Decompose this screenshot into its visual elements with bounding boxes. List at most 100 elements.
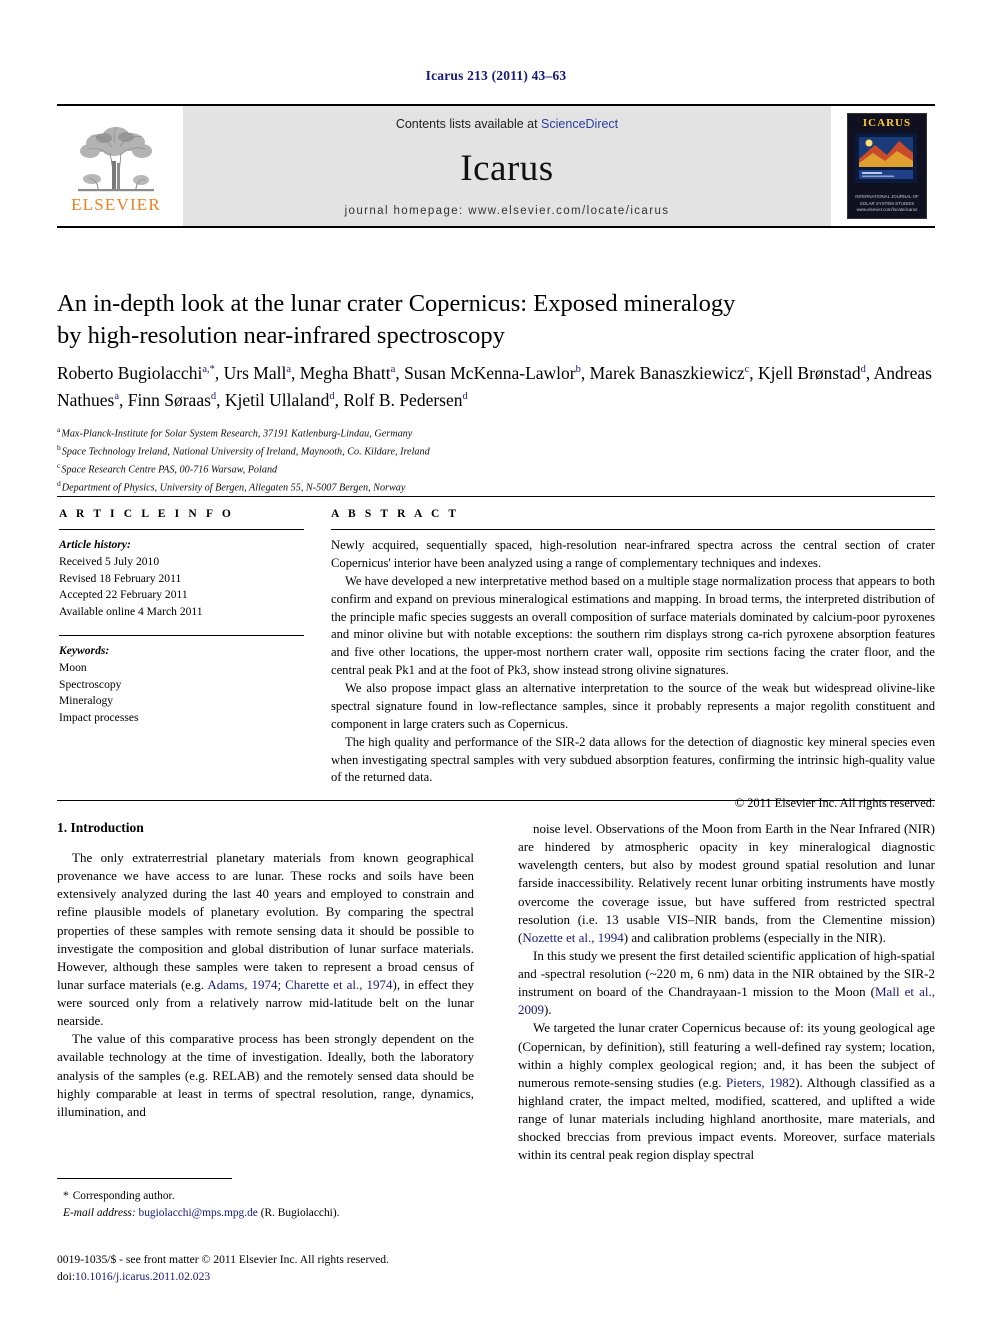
body-column-right: noise level. Observations of the Moon fr… <box>518 820 935 1164</box>
history-item: Revised 18 February 2011 <box>59 571 182 585</box>
journal-masthead: ELSEVIER Contents lists available at Sci… <box>57 104 935 228</box>
abstract-paragraph: We also propose impact glass an alternat… <box>331 681 935 731</box>
sciencedirect-link[interactable]: ScienceDirect <box>541 117 618 131</box>
corresponding-author-marker: * <box>63 1190 69 1202</box>
citation-link[interactable]: Mall et al., 2009 <box>518 984 935 1017</box>
history-item: Available online 4 March 2011 <box>59 605 203 619</box>
author-name: Susan McKenna-Lawlor <box>404 363 576 383</box>
article-title: An in-depth look at the lunar crater Cop… <box>57 288 937 353</box>
article-title-line1: An in-depth look at the lunar crater Cop… <box>57 290 736 317</box>
affiliation-mark: b <box>57 442 61 452</box>
body-paragraph: The only extraterrestrial planetary mate… <box>57 850 474 1029</box>
keyword-item: Moon <box>59 660 87 674</box>
contents-prefix: Contents lists available at <box>395 117 542 131</box>
author-name: Megha Bhatt <box>299 363 391 383</box>
author-name: Marek Banaszkiewicz <box>589 363 745 383</box>
keyword-item: Spectroscopy <box>59 677 122 691</box>
body-paragraph: noise level. Observations of the Moon fr… <box>518 821 935 945</box>
article-history-label: Article history: <box>59 538 131 551</box>
journal-homepage-link[interactable]: journal homepage: www.elsevier.com/locat… <box>345 205 670 217</box>
keywords-rule <box>59 634 304 636</box>
author-affiliation-mark: a <box>286 364 291 376</box>
author-affiliation-mark: d <box>210 391 217 403</box>
author-affiliation-mark: a <box>114 391 120 403</box>
cover-artwork <box>855 133 917 183</box>
affiliation-item: cSpace Research Centre PAS, 00-716 Warsa… <box>57 460 278 476</box>
corresponding-author-label: Corresponding author. <box>72 1190 175 1202</box>
history-item: Received 5 July 2010 <box>59 554 160 568</box>
author-affiliation-mark: c <box>744 364 750 376</box>
body-paragraph: In this study we present the first detai… <box>518 947 935 1018</box>
citation-link[interactable]: Nozette et al., 1994 <box>522 930 623 945</box>
body-text-left: The only extraterrestrial planetary mate… <box>57 849 474 1121</box>
author-affiliation-mark: d <box>860 364 866 376</box>
author-affiliation-mark: d <box>462 391 468 403</box>
abstract-paragraph: Newly acquired, sequentially spaced, hig… <box>331 538 935 570</box>
journal-title: Icarus <box>460 147 554 189</box>
elsevier-wordmark: ELSEVIER <box>71 195 161 214</box>
keyword-item: Mineralogy <box>59 694 114 708</box>
imprint-front-matter: 0019-1035/$ - see front matter © 2011 El… <box>57 1253 389 1266</box>
cover-caption-line1: INTERNATIONAL JOURNAL OF SOLAR SYSTEM ST… <box>855 194 919 206</box>
affiliation-item: bSpace Technology Ireland, National Univ… <box>57 442 430 458</box>
email-owner: (R. Bugiolacchi). <box>260 1207 340 1220</box>
imprint-block: 0019-1035/$ - see front matter © 2011 El… <box>57 1252 487 1286</box>
cover-journal-title: ICARUS <box>862 117 912 129</box>
corresponding-author-note: * Corresponding author. <box>57 1188 477 1205</box>
affiliation-mark: d <box>57 478 61 488</box>
article-info-column: A R T I C L E I N F O Article history: R… <box>59 508 304 727</box>
author-name: Kjetil Ullaland <box>224 390 330 411</box>
cover-caption: INTERNATIONAL JOURNAL OF SOLAR SYSTEM ST… <box>848 194 926 214</box>
body-text-right: noise level. Observations of the Moon fr… <box>518 820 935 1164</box>
author-affiliation-mark: a,* <box>202 364 215 376</box>
contents-available-line: Contents lists available at ScienceDirec… <box>396 117 618 131</box>
abstract-rule <box>331 529 935 530</box>
article-history: Article history: Received 5 July 2010 Re… <box>59 537 304 621</box>
divider-above-abstract <box>57 496 935 497</box>
affiliation-mark: c <box>57 460 61 470</box>
email-label: E-mail address: <box>63 1207 136 1220</box>
journal-cover-thumbnail: ICARUS INTERNATIONAL JOURNAL OF SOLAR SY… <box>839 106 935 226</box>
paper-page: Icarus 213 (2011) 43–63 ELSEVIER Content… <box>0 0 992 1323</box>
cover-caption-line2: www.elsevier.com/locate/icarus <box>856 207 918 213</box>
imprint-doi-line: doi:10.1016/j.icarus.2011.02.023 <box>57 1269 487 1286</box>
affiliation-item: dDepartment of Physics, University of Be… <box>57 478 406 494</box>
section-heading-introduction: 1. Introduction <box>57 820 144 835</box>
article-info-heading: A R T I C L E I N F O <box>59 508 234 520</box>
affiliation-mark: a <box>57 425 61 434</box>
elsevier-tree-icon <box>74 123 158 195</box>
body-paragraph: The value of this comparative process ha… <box>57 1031 474 1119</box>
article-info-rule <box>59 529 304 530</box>
author-name: Roberto Bugiolacchi <box>57 363 203 383</box>
article-title-line2: by high-resolution near-infrared spectro… <box>57 322 505 350</box>
keywords-label: Keywords: <box>59 643 110 657</box>
history-item: Accepted 22 February 2011 <box>59 588 188 602</box>
email-address-link[interactable]: bugiolacchi@mps.mpg.de <box>139 1207 258 1219</box>
author-affiliation-mark: b <box>575 364 581 376</box>
journal-band: Contents lists available at ScienceDirec… <box>183 106 831 226</box>
author-affiliation-mark: a <box>390 364 396 376</box>
elsevier-logo: ELSEVIER <box>57 106 175 226</box>
abstract-column: A B S T R A C T Newly acquired, sequenti… <box>331 508 935 811</box>
keywords-block: Keywords: Moon Spectroscopy Mineralogy I… <box>59 643 304 727</box>
footnote-divider <box>57 1178 232 1179</box>
abstract-body: Newly acquired, sequentially spaced, hig… <box>331 537 935 787</box>
author-name: Urs Mall <box>223 363 287 383</box>
doi-label: doi: <box>57 1269 76 1283</box>
doi-link[interactable]: 10.1016/j.icarus.2011.02.023 <box>75 1270 210 1283</box>
running-head: Icarus 213 (2011) 43–63 <box>425 68 567 83</box>
author-name: Finn Søraas <box>127 390 211 411</box>
footnote-block: * Corresponding author. E-mail address: b… <box>57 1188 477 1222</box>
body-columns: 1. Introduction The only extraterrestria… <box>57 820 935 1220</box>
email-note: E-mail address: bugiolacchi@mps.mpg.de (… <box>57 1205 477 1222</box>
divider-below-abstract <box>57 800 935 801</box>
body-column-left: 1. Introduction The only extraterrestria… <box>57 820 474 1121</box>
affiliation-item: aMax-Planck-Institute for Solar System R… <box>57 425 413 440</box>
citation-link[interactable]: Adams, 1974; Charette et al., 1974 <box>207 977 392 992</box>
author-name: Rolf B. Pedersen <box>343 390 463 411</box>
citation-link[interactable]: Pieters, 1982 <box>726 1075 795 1090</box>
abstract-heading: A B S T R A C T <box>331 508 460 520</box>
affiliation-list: aMax-Planck-Institute for Solar System R… <box>57 424 697 496</box>
abstract-paragraph: The high quality and performance of the … <box>331 734 935 785</box>
author-name: Kjell Brønstad <box>758 363 861 383</box>
